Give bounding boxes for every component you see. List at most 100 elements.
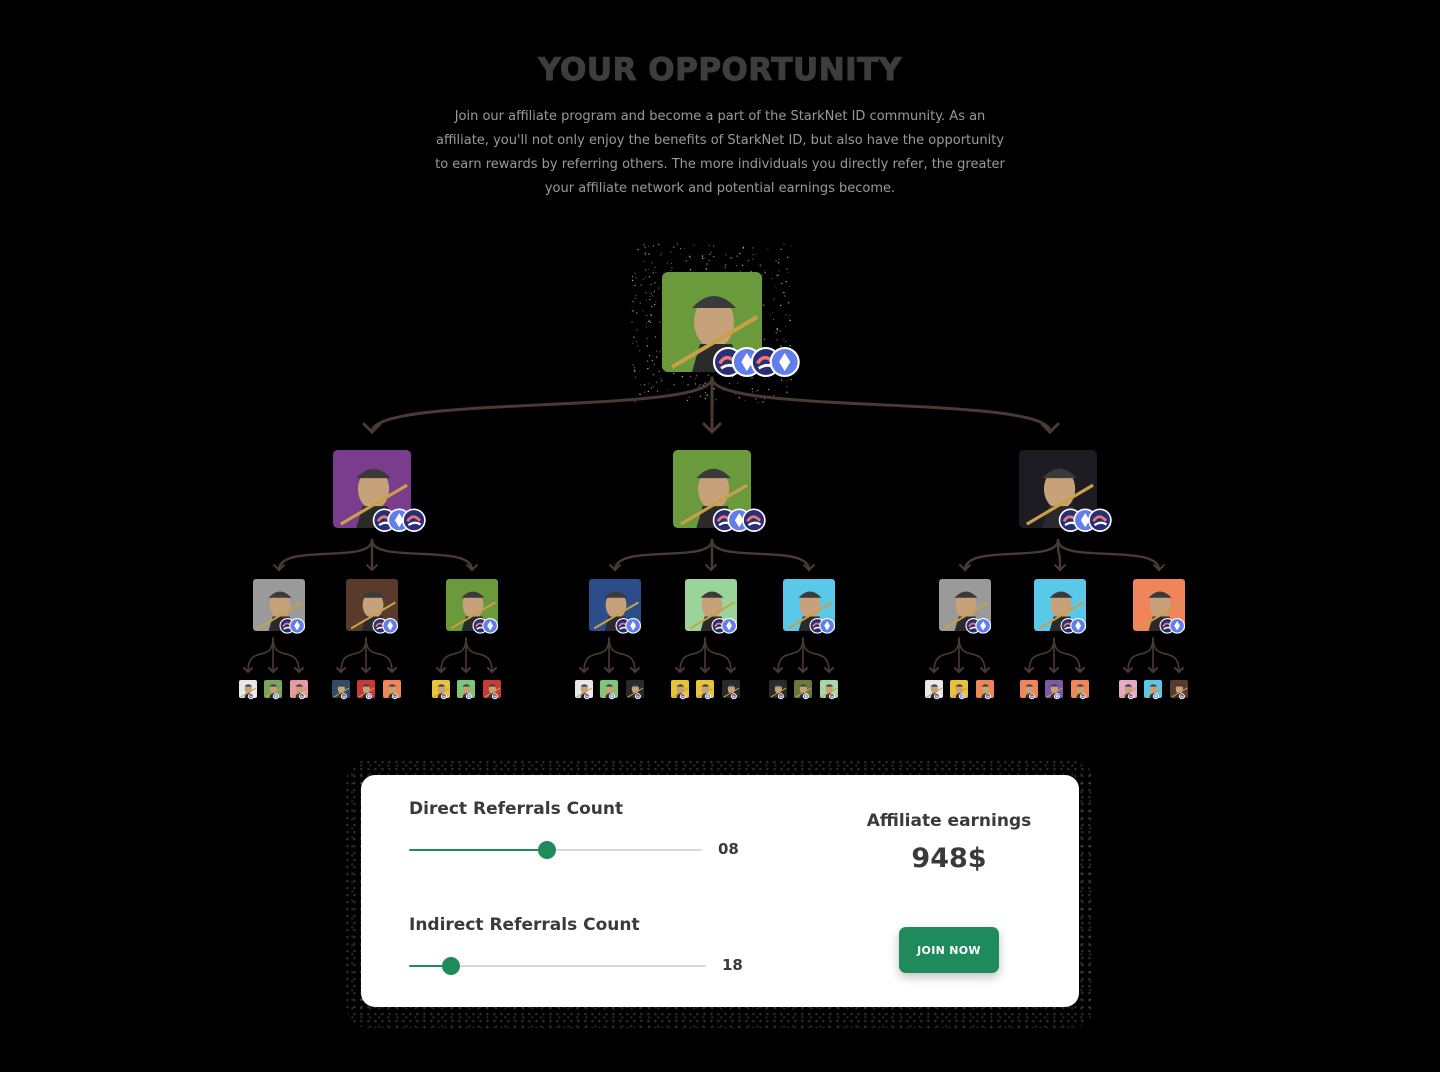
level3-avatar xyxy=(239,680,257,700)
level1-arrows-left xyxy=(273,538,478,572)
level2-avatar xyxy=(939,579,991,634)
ethereum-badge-icon xyxy=(819,617,835,634)
level3-avatar xyxy=(332,680,350,700)
ethereum-badge-icon xyxy=(721,617,737,634)
level1-avatar-right xyxy=(1019,450,1112,532)
level3-avatar xyxy=(722,680,740,700)
level3-avatar xyxy=(769,680,787,700)
starknet-badge-icon xyxy=(402,508,426,532)
root-avatar xyxy=(662,272,800,378)
ethereum-badge-icon xyxy=(625,617,641,634)
level2-avatar xyxy=(346,579,398,634)
affiliate-earnings-value: 948$ xyxy=(911,843,987,874)
ethereum-badge-icon xyxy=(608,693,615,700)
level3-avatar xyxy=(925,680,943,700)
level2-arrows xyxy=(1024,637,1085,674)
level3-avatar xyxy=(626,680,644,700)
ethereum-badge-icon xyxy=(1053,693,1060,700)
starknet-badge-icon xyxy=(1127,693,1134,700)
starknet-badge-icon xyxy=(634,693,641,700)
starknet-badge-icon xyxy=(391,693,398,700)
ethereum-badge-icon xyxy=(482,617,498,634)
ethereum-badge-icon xyxy=(704,693,711,700)
starknet-badge-icon xyxy=(1178,693,1185,700)
ethereum-badge-icon xyxy=(975,617,991,634)
direct-slider-thumb[interactable] xyxy=(537,841,556,859)
starknet-badge-icon xyxy=(679,693,686,700)
ethereum-badge-icon xyxy=(769,346,800,378)
level3-avatar xyxy=(1170,680,1188,700)
join-now-button[interactable]: JOIN NOW xyxy=(899,927,999,973)
direct-referrals-label: Direct Referrals Count xyxy=(409,799,624,819)
starknet-badge-icon xyxy=(1088,508,1112,532)
level3-avatar xyxy=(1020,680,1038,700)
level3-avatar xyxy=(696,680,714,700)
level2-arrows xyxy=(773,637,834,674)
opportunity-section: YOUR OPPORTUNITY Join our affiliate prog… xyxy=(0,0,1440,1072)
indirect-referrals-value: 18 xyxy=(722,956,743,974)
level3-avatar xyxy=(1119,680,1137,700)
ethereum-badge-icon xyxy=(958,693,965,700)
level3-avatar xyxy=(264,680,282,700)
level2-arrows xyxy=(929,637,990,674)
starknet-badge-icon xyxy=(742,508,766,532)
level2-avatar xyxy=(1034,579,1086,634)
level3-avatar xyxy=(976,680,994,700)
level3-avatar xyxy=(483,680,501,700)
level1-arrows-right xyxy=(959,538,1165,572)
ethereum-badge-icon xyxy=(1169,617,1185,634)
starknet-badge-icon xyxy=(828,693,835,700)
ethereum-badge-icon xyxy=(382,617,398,634)
level3-avatar xyxy=(575,680,593,700)
referral-tree xyxy=(239,243,1188,700)
level2-avatar xyxy=(446,579,498,634)
level3-avatar xyxy=(950,680,968,700)
ethereum-badge-icon xyxy=(802,693,809,700)
indirect-referrals-label: Indirect Referrals Count xyxy=(409,915,640,935)
level2-arrows xyxy=(1123,637,1184,674)
level3-avatar xyxy=(457,680,475,700)
affiliate-earnings-label: Affiliate earnings xyxy=(866,811,1032,831)
level2-avatar xyxy=(685,579,737,634)
ethereum-badge-icon xyxy=(1070,617,1086,634)
level3-avatar xyxy=(432,680,450,700)
level2-avatar xyxy=(253,579,305,634)
starknet-badge-icon xyxy=(440,693,447,700)
level3-avatar xyxy=(794,680,812,700)
level3-avatar xyxy=(290,680,308,700)
starknet-badge-icon xyxy=(298,693,305,700)
starknet-badge-icon xyxy=(984,693,991,700)
indirect-referrals-slider[interactable] xyxy=(409,957,706,975)
level3-avatar xyxy=(357,680,375,700)
level2-avatar xyxy=(783,579,835,634)
level2-avatar xyxy=(1133,579,1185,634)
starknet-badge-icon xyxy=(730,693,737,700)
starknet-badge-icon xyxy=(340,693,347,700)
level1-avatar-left xyxy=(333,450,426,532)
earnings-calculator-card: Direct Referrals Count 08 Indirect Refer… xyxy=(361,775,1079,1007)
direct-slider-fill xyxy=(409,849,547,851)
direct-referrals-slider[interactable] xyxy=(409,841,702,859)
level2-arrows xyxy=(243,637,304,674)
direct-referrals-value: 08 xyxy=(718,840,739,858)
indirect-slider-thumb[interactable] xyxy=(441,957,460,975)
starknet-badge-icon xyxy=(777,693,784,700)
ethereum-badge-icon xyxy=(465,693,472,700)
ethereum-badge-icon xyxy=(289,617,305,634)
starknet-badge-icon xyxy=(583,693,590,700)
level2-arrows xyxy=(436,637,497,674)
level3-avatar xyxy=(600,680,618,700)
level2-arrows xyxy=(675,637,736,674)
ethereum-badge-icon xyxy=(1152,693,1159,700)
starknet-badge-icon xyxy=(491,693,498,700)
level2-arrows xyxy=(579,637,640,674)
starknet-badge-icon xyxy=(933,693,940,700)
ethereum-badge-icon xyxy=(365,693,372,700)
level3-avatar xyxy=(1045,680,1063,700)
level3-avatar xyxy=(1071,680,1089,700)
starknet-badge-icon xyxy=(247,693,254,700)
level3-avatar xyxy=(383,680,401,700)
root-arrows xyxy=(362,376,1060,435)
level3-avatar xyxy=(1144,680,1162,700)
level2-arrows xyxy=(336,637,397,674)
